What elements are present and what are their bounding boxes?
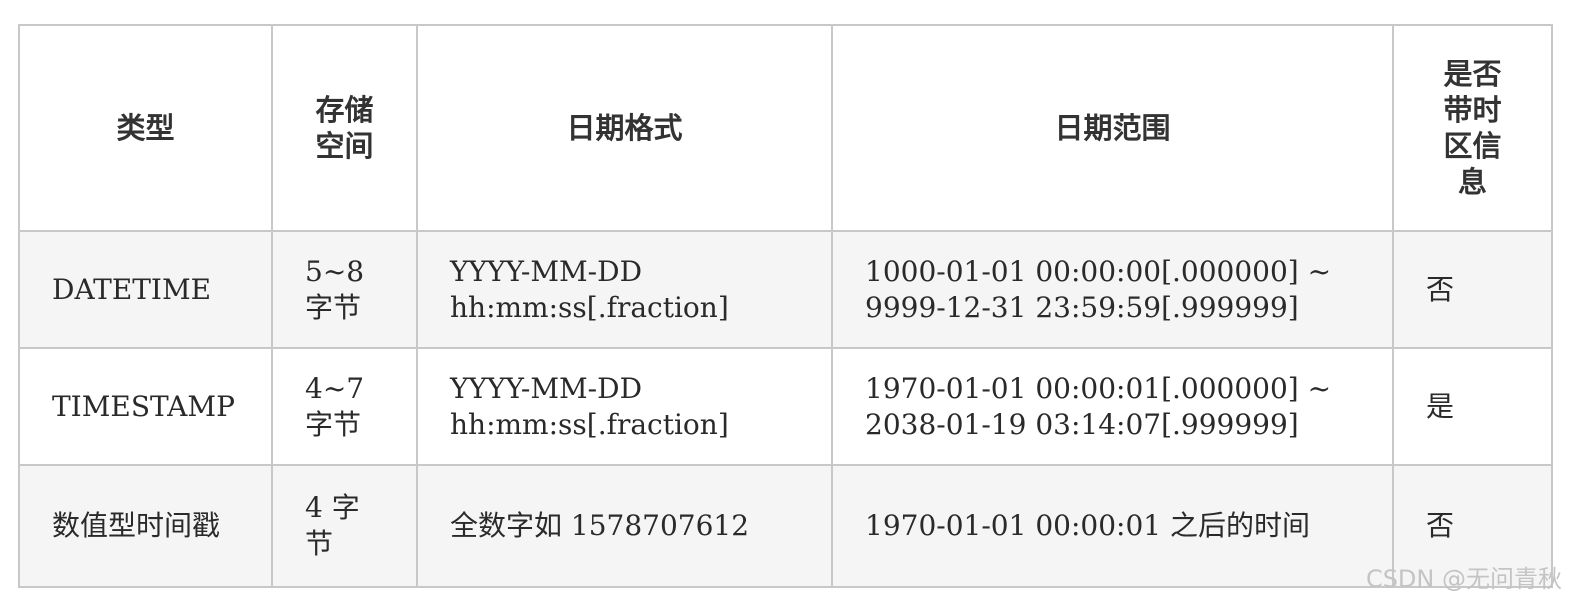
cell-storage: 4~7 字节 xyxy=(271,347,418,466)
table-row: DATETIME 5~8 字节 YYYY-MM-DD hh:mm:ss[.fra… xyxy=(18,230,1553,349)
table-row: TIMESTAMP 4~7 字节 YYYY-MM-DD hh:mm:ss[.fr… xyxy=(18,347,1553,466)
cell-format: 全数字如 1578707612 xyxy=(416,464,833,588)
header-storage: 存储空间 xyxy=(271,24,418,232)
header-format: 日期格式 xyxy=(416,24,833,232)
cell-timezone: 否 xyxy=(1392,230,1553,349)
watermark: CSDN @无问青秋 xyxy=(1365,565,1562,593)
cell-range: 1970-01-01 00:00:01[.000000] ~ 2038-01-1… xyxy=(831,347,1394,466)
cell-timezone: 是 xyxy=(1392,347,1553,466)
cell-storage: 4 字节 xyxy=(271,464,418,588)
date-types-table: 类型 存储空间 日期格式 日期范围 是否带时区信息 DATETIME 5~8 字… xyxy=(18,24,1553,588)
table-row: 数值型时间戳 4 字节 全数字如 1578707612 1970-01-01 0… xyxy=(18,464,1553,588)
cell-type: TIMESTAMP xyxy=(18,347,273,466)
cell-storage: 5~8 字节 xyxy=(271,230,418,349)
cell-range: 1970-01-01 00:00:01 之后的时间 xyxy=(831,464,1394,588)
cell-type: 数值型时间戳 xyxy=(18,464,273,588)
header-timezone: 是否带时区信息 xyxy=(1392,24,1553,232)
cell-format: YYYY-MM-DD hh:mm:ss[.fraction] xyxy=(416,230,833,349)
table-header-row: 类型 存储空间 日期格式 日期范围 是否带时区信息 xyxy=(18,24,1553,232)
cell-range: 1000-01-01 00:00:00[.000000] ~ 9999-12-3… xyxy=(831,230,1394,349)
cell-type: DATETIME xyxy=(18,230,273,349)
header-type: 类型 xyxy=(18,24,273,232)
header-range: 日期范围 xyxy=(831,24,1394,232)
cell-format: YYYY-MM-DD hh:mm:ss[.fraction] xyxy=(416,347,833,466)
